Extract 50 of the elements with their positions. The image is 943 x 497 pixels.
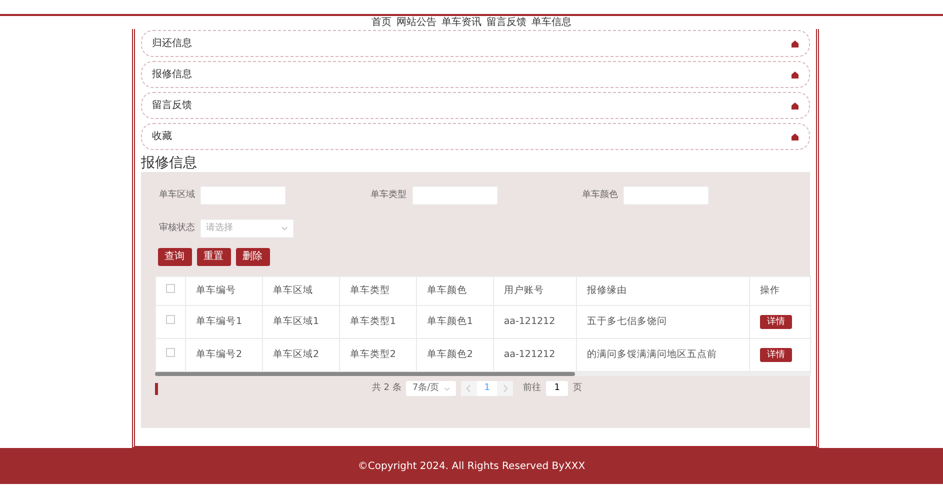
- menu-item[interactable]: 收藏: [141, 123, 810, 150]
- table-cell: 单车区域1: [272, 316, 319, 327]
- menu-item-label: 留言反馈: [152, 98, 192, 113]
- action-button[interactable]: 删除: [236, 248, 270, 266]
- action-button[interactable]: 查询: [158, 248, 192, 266]
- table-cell: 单车颜色2: [426, 348, 473, 360]
- table-cell: 单车编号1: [196, 316, 242, 327]
- nav-link[interactable]: 单车信息: [532, 16, 572, 29]
- select-placeholder: 请选择: [206, 222, 233, 235]
- filter-label: 单车类型: [370, 188, 407, 202]
- filter-label: 审核状态: [158, 222, 195, 235]
- details-button[interactable]: 详情: [760, 348, 792, 362]
- table-cell: aa-121212: [504, 348, 556, 360]
- menu-item[interactable]: 归还信息: [141, 30, 810, 57]
- column-header: 操作: [750, 276, 810, 306]
- goto-label: 前往: [523, 382, 542, 395]
- column-header: 单车编号: [186, 276, 262, 306]
- page-size-select[interactable]: 7条/页: [406, 381, 456, 396]
- menu-item-label: 报修信息: [152, 68, 192, 82]
- table-cell: 单车颜色1: [426, 316, 473, 327]
- column-header: 用户账号: [493, 276, 576, 306]
- section-title: 报修信息: [141, 154, 198, 172]
- column-header: 单车颜色: [416, 276, 494, 306]
- table-cell: 的满问多馁满满问地区五点前: [586, 348, 717, 360]
- total-count: 共 2 条: [372, 382, 402, 395]
- filter-label: 单车区域: [158, 188, 195, 202]
- table-cell: aa-121212: [504, 316, 556, 327]
- column-header: 单车区域: [262, 276, 340, 306]
- nav-link[interactable]: 留言反馈: [486, 16, 526, 29]
- column-header: 报修缘由: [576, 276, 750, 306]
- column-header: 单车类型: [339, 276, 416, 306]
- table-cell: 单车类型1: [350, 316, 396, 327]
- menu-item[interactable]: 留言反馈: [141, 92, 810, 119]
- nav-link[interactable]: 单车资讯: [442, 16, 482, 29]
- table-cell: 单车类型2: [350, 348, 396, 360]
- page-input[interactable]: 1: [546, 381, 568, 396]
- table-cell: 单车编号2: [196, 348, 242, 360]
- menu-item[interactable]: 报修信息: [141, 61, 810, 88]
- page-size-value: 7条/页: [412, 382, 440, 395]
- menu-item-label: 归还信息: [152, 36, 192, 51]
- table-cell: 单车区域2: [272, 348, 319, 360]
- copyright-text: ©Copyright 2024. All Rights Reserved ByXXX: [358, 460, 586, 474]
- table-cell: 五于多七侣多饶问: [586, 316, 667, 327]
- nav-link[interactable]: 首页: [372, 16, 392, 29]
- details-button[interactable]: 详情: [760, 314, 792, 329]
- action-button[interactable]: 重置: [196, 248, 230, 266]
- menu-item-label: 收藏: [152, 130, 172, 144]
- filter-label: 单车颜色: [581, 188, 618, 202]
- page-suffix: 页: [573, 382, 582, 395]
- nav-link[interactable]: 网站公告: [396, 16, 436, 29]
